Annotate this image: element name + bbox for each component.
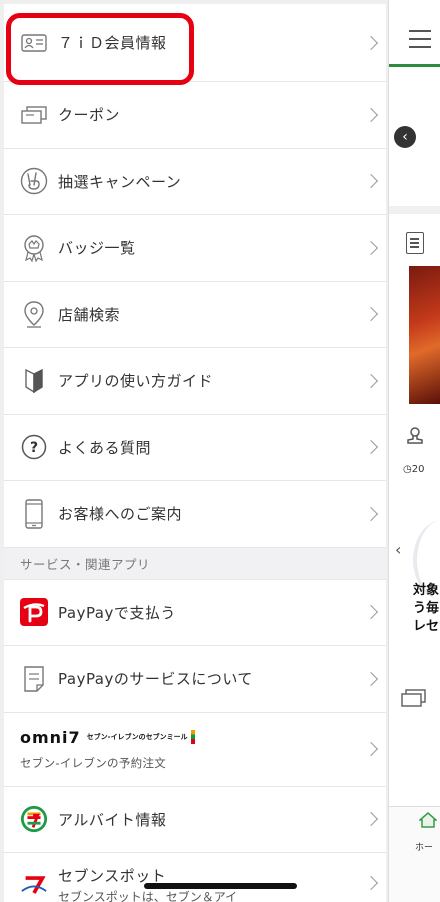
document-icon [406,232,424,254]
menu-item-label: 店舗検索 [58,305,121,324]
chevron-right-icon [363,741,379,757]
menu-item-label: アプリの使い方ガイド [58,372,214,391]
menu-item-sublabel: セブンスポットは、セブン＆アイ [58,890,238,902]
menu-item-label: 抽選キャンペーン [58,172,182,191]
question-icon: ? [20,433,48,461]
beginner-mark-icon [20,367,48,395]
menu-item-label: セブン-イレブンの予約注文 [20,755,167,770]
chevron-right-icon [363,812,379,827]
menu-item-label: お客様へのご案内 [58,505,183,524]
seven-stripe-icon [190,730,195,744]
carousel-back-icon[interactable]: ‹ [394,126,416,148]
background-page: ‹ ◷20 ‹ 対象 う毎 レセ ホー [388,0,440,902]
chevron-right-icon [363,107,379,122]
menu-item-lottery-campaign[interactable]: 抽選キャンペーン [4,149,386,215]
chevron-right-icon [363,240,379,255]
menu-item-label: PayPayで支払う [58,603,176,622]
omni7-tagline: セブン-イレブンのセブンミール [86,733,188,741]
omni7-logo: omni7 セブン-イレブンのセブンミール [20,728,195,747]
menu-item-seven-spot[interactable]: セブンスポット セブンスポットは、セブン＆アイ [4,853,386,902]
omni7-wordmark: omni7 [20,727,81,747]
smartphone-icon [20,499,48,529]
chevron-left-icon[interactable]: ‹ [395,540,401,559]
menu-item-customer-notice[interactable]: お客様へのご案内 [4,481,386,548]
header-underline [389,64,440,67]
menu-item-part-time-jobs[interactable]: アルバイト情報 [4,787,386,853]
menu-item-paypay-services[interactable]: PayPayのサービスについて [4,646,386,713]
badge-icon [20,234,48,262]
coupon-icon [401,689,426,707]
seven-spot-icon [20,865,48,894]
menu-item-label: よくある質問 [58,438,152,457]
side-drawer: ７ｉＤ会員情報 クーポン 抽選キャンペーン バッジ一覧 店舗検索 アプリの使い方… [4,4,386,902]
teaser-line-1: 対象 [413,583,440,598]
location-pin-icon [20,300,48,328]
coupon-icon [20,101,48,129]
menu-item-app-guide[interactable]: アプリの使い方ガイド [4,348,386,415]
chevron-right-icon [363,440,379,455]
screen: ‹ ◷20 ‹ 対象 う毎 レセ ホー ７ｉＤ会員情報 クーポン 抽選キャンペー… [0,0,440,902]
peace-hand-icon [20,167,48,195]
home-indicator[interactable] [144,883,297,889]
menu-item-label: バッジ一覧 [58,239,136,258]
time-label: ◷20 [403,464,425,475]
id-card-icon [20,29,48,57]
chevron-right-icon [363,605,379,620]
chevron-right-icon [363,373,379,388]
menu-item-paypay-pay[interactable]: PayPayで支払う [4,580,386,646]
menu-item-badges[interactable]: バッジ一覧 [4,215,386,282]
menu-item-omni7[interactable]: omni7 セブン-イレブンのセブンミール セブン-イレブンの予約注文 [4,713,386,787]
teaser-line-2: う毎 [413,601,440,616]
menu-item-label: アルバイト情報 [58,810,167,829]
campaign-image[interactable] [409,266,440,404]
paypay-icon [20,598,48,627]
home-icon[interactable] [419,812,437,828]
home-tab-label[interactable]: ホー [415,840,433,853]
menu-item-coupon[interactable]: クーポン [4,82,386,149]
menu-item-label: PayPayのサービスについて [58,670,253,689]
chevron-right-icon [363,875,379,890]
teaser-text[interactable]: 対象 う毎 レセ [413,582,439,636]
time-value: 20 [411,464,425,475]
menu-item-faq[interactable]: ? よくある質問 [4,415,386,481]
teaser-line-3: レセ [413,619,440,634]
chevron-right-icon [363,307,379,322]
hamburger-menu-icon[interactable] [409,30,431,54]
svg-text:?: ? [30,440,38,456]
chevron-right-icon [363,506,379,521]
menu-item-label: クーポン [58,106,121,125]
chevron-right-icon [363,35,379,50]
chevron-right-icon [363,174,379,189]
menu-item-label: ７ｉＤ会員情報 [58,34,167,52]
chevron-right-icon [363,671,379,686]
menu-item-store-search[interactable]: 店舗検索 [4,282,386,348]
document-icon [20,665,48,693]
stamp-icon [407,427,423,444]
menu-item-7id-info[interactable]: ７ｉＤ会員情報 [4,4,386,82]
section-divider [389,206,440,214]
section-header-services: サービス・関連アプリ [4,547,386,580]
seven-eleven-logo [20,805,48,833]
